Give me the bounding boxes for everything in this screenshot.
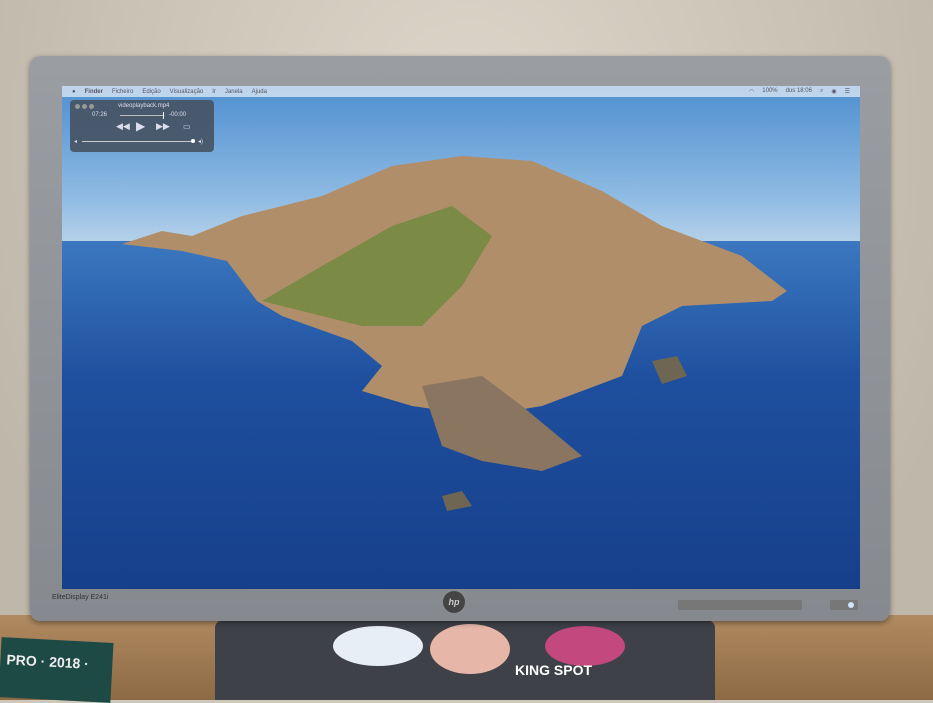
power-button[interactable] — [830, 600, 858, 610]
menu-ficheiro[interactable]: Ficheiro — [112, 89, 133, 95]
remaining-time: -00:00 — [169, 112, 187, 118]
sticker-king-spot: KING SPOT — [515, 662, 593, 678]
menu-visualizacao[interactable]: Visualização — [170, 89, 204, 95]
volume-low-icon: ◂ — [74, 139, 78, 145]
fast-forward-icon[interactable]: ▶▶ — [156, 121, 170, 132]
window-title: videoplayback.mp4 — [118, 103, 170, 109]
menu-janela[interactable]: Janela — [225, 89, 243, 95]
sticker-magenta — [545, 626, 625, 666]
play-icon[interactable]: ▶ — [136, 119, 145, 133]
laptop: KING SPOT — [215, 620, 715, 700]
battery-status[interactable]: 100% — [762, 88, 777, 95]
sticker-pro: PRO · 2018 · — [0, 637, 114, 703]
catalina-island — [122, 156, 787, 511]
menu-ir[interactable]: Ir — [212, 89, 216, 95]
wifi-icon[interactable]: ◠ — [749, 88, 754, 95]
zoom-button[interactable] — [89, 104, 94, 109]
rewind-icon[interactable]: ◀◀ — [116, 121, 130, 132]
spotlight-search-icon[interactable]: ⌕ — [820, 88, 823, 95]
siri-icon[interactable]: ◉ — [831, 88, 836, 95]
menu-finder[interactable]: Finder — [85, 89, 103, 95]
menu-bar: ● Finder Ficheiro Edição Visualização Ir… — [62, 86, 860, 97]
hp-logo: hp — [443, 591, 465, 613]
elapsed-time: 07:26 — [92, 112, 108, 118]
menu-ajuda[interactable]: Ajuda — [252, 89, 267, 95]
minimize-button[interactable] — [82, 104, 87, 109]
sticker-flower — [333, 626, 423, 666]
volume-slider[interactable] — [82, 139, 195, 143]
volume-high-icon: ◂) — [198, 139, 204, 145]
screen: ● Finder Ficheiro Edição Visualização Ir… — [62, 86, 860, 589]
monitor: ● Finder Ficheiro Edição Visualização Ir… — [30, 56, 890, 621]
close-button[interactable] — [75, 104, 80, 109]
airplay-icon[interactable]: ▭ — [183, 122, 191, 131]
sticker-pink — [430, 624, 510, 674]
menu-edicao[interactable]: Edição — [142, 89, 160, 95]
clock[interactable]: dus 18:06 — [786, 88, 812, 95]
monitor-buttons[interactable] — [678, 600, 802, 610]
scrubber[interactable] — [120, 112, 164, 119]
notification-center-icon[interactable]: ☰ — [845, 88, 850, 95]
quicktime-player-window: videoplayback.mp4 07:26 -00:00 ◀◀ ▶ ▶▶ ▭… — [70, 100, 214, 152]
monitor-model: EliteDisplay E241i — [52, 594, 109, 601]
apple-menu-icon[interactable]: ● — [72, 89, 76, 95]
